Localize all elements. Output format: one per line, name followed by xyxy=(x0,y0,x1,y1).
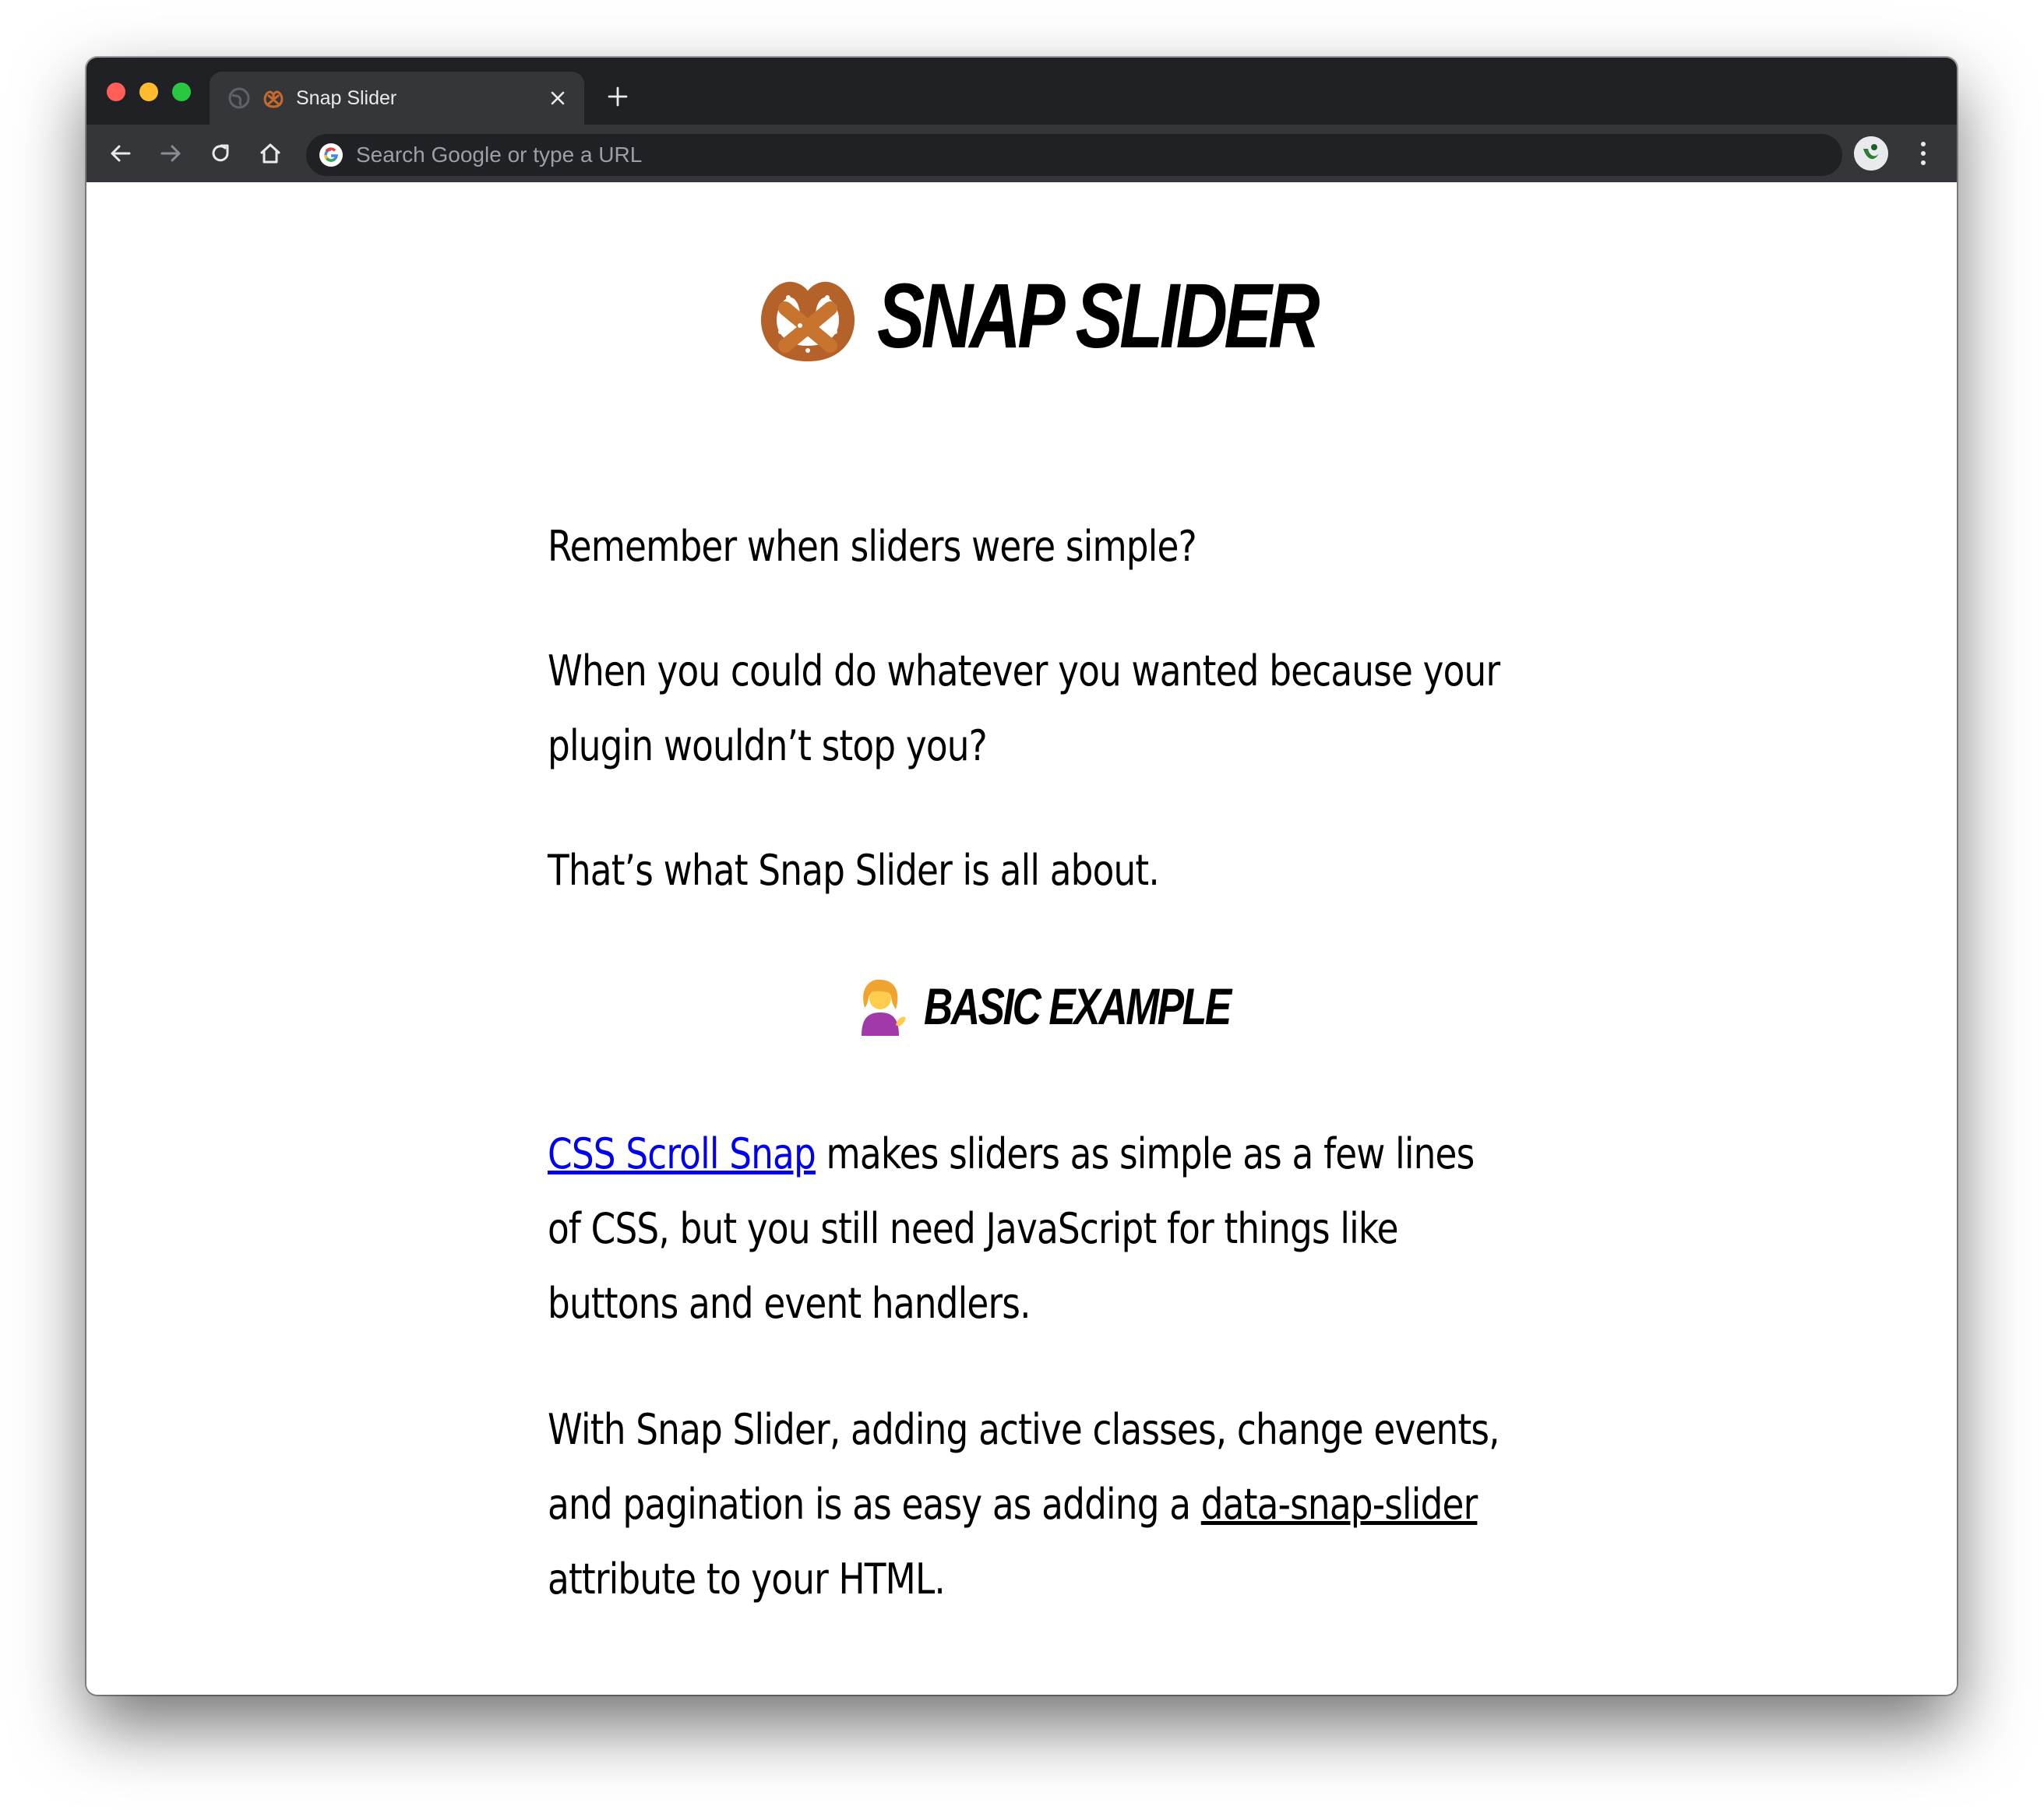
address-placeholder: Search Google or type a URL xyxy=(356,143,643,167)
person-tipping-hand-icon xyxy=(862,979,906,1036)
data-snap-slider-link[interactable]: data-snap-slider xyxy=(1201,1480,1478,1529)
maximize-window-button[interactable] xyxy=(172,83,191,101)
tab-snap-slider[interactable]: Snap Slider xyxy=(210,72,584,125)
section-heading: Basic Example xyxy=(548,977,1507,1036)
browser-toolbar: Search Google or type a URL xyxy=(86,125,1957,182)
more-menu-icon[interactable] xyxy=(1908,138,1939,169)
intro-paragraph-3: That’s what Snap Slider is all about. xyxy=(548,846,1160,895)
section-heading-text: Basic Example xyxy=(924,977,1232,1035)
page-viewport: Snap Slider Remember when sliders were s… xyxy=(86,182,1957,1695)
attribute-paragraph: With Snap Slider, adding active classes,… xyxy=(548,1393,1506,1617)
globe-icon xyxy=(227,86,252,111)
scroll-snap-paragraph: CSS Scroll Snap makes sliders as simple … xyxy=(548,1117,1506,1341)
tab-strip: Snap Slider xyxy=(86,58,1957,125)
tab-title: Snap Slider xyxy=(296,87,397,109)
profile-avatar[interactable] xyxy=(1854,136,1888,171)
css-scroll-snap-link[interactable]: CSS Scroll Snap xyxy=(548,1129,816,1178)
close-window-button[interactable] xyxy=(107,83,125,101)
home-icon[interactable] xyxy=(255,138,286,169)
window-controls xyxy=(107,83,191,101)
forward-arrow-icon[interactable] xyxy=(155,138,186,169)
new-tab-icon[interactable] xyxy=(602,81,633,112)
browser-window: Snap Slider Search Google or type a URL … xyxy=(86,58,1957,1695)
page-title-text: Snap Slider xyxy=(877,265,1320,368)
reload-icon[interactable] xyxy=(205,138,236,169)
close-tab-icon[interactable] xyxy=(542,83,573,114)
back-arrow-icon[interactable] xyxy=(105,138,136,169)
pretzel-icon xyxy=(761,281,855,361)
google-icon xyxy=(319,143,344,167)
pretzel-favicon-icon xyxy=(261,86,286,111)
intro-paragraph-2: When you could do whatever you wanted be… xyxy=(548,646,1500,770)
attribute-paragraph-after: attribute to your HTML. xyxy=(548,1555,946,1604)
address-bar[interactable]: Search Google or type a URL xyxy=(306,134,1842,176)
intro-paragraph-1: Remember when sliders were simple? xyxy=(548,522,1197,571)
minimize-window-button[interactable] xyxy=(139,83,158,101)
page-title: Snap Slider xyxy=(548,263,1507,369)
